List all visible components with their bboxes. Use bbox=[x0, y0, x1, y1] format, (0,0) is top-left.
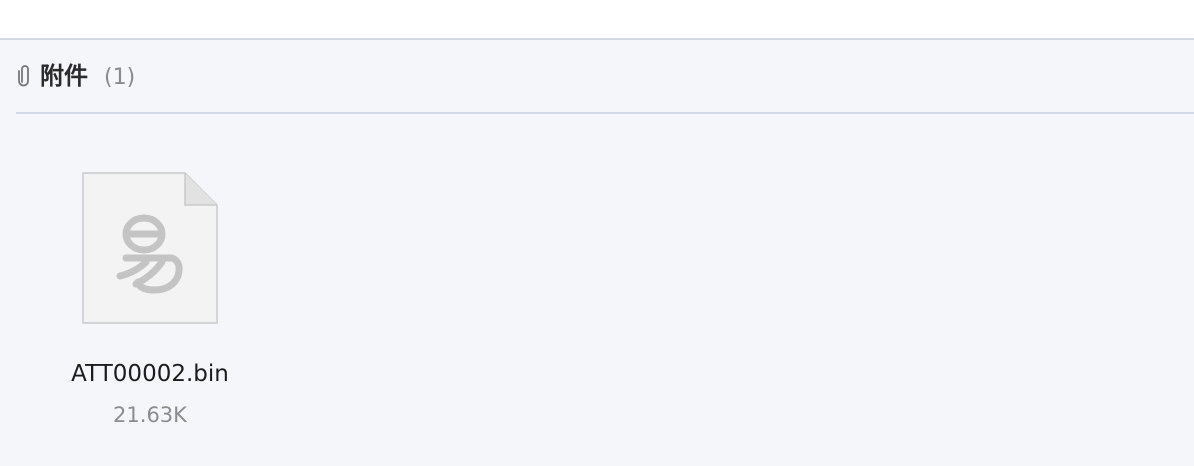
attachments-title: 附件 bbox=[40, 62, 88, 90]
attachments-count: (1) bbox=[104, 65, 136, 90]
message-body-area bbox=[0, 0, 1194, 38]
paperclip-icon bbox=[18, 64, 32, 88]
attachments-header: 附件 (1) bbox=[16, 40, 1194, 114]
attachment-file-name[interactable]: ATT00002.bin bbox=[60, 358, 240, 390]
file-icon[interactable] bbox=[82, 172, 218, 324]
attachment-item[interactable]: ATT00002.bin 21.63K bbox=[60, 170, 240, 440]
attachment-file-size: 21.63K bbox=[113, 403, 187, 427]
attachments-panel: 附件 (1) ATT00002.bin 21.63K bbox=[0, 38, 1194, 466]
